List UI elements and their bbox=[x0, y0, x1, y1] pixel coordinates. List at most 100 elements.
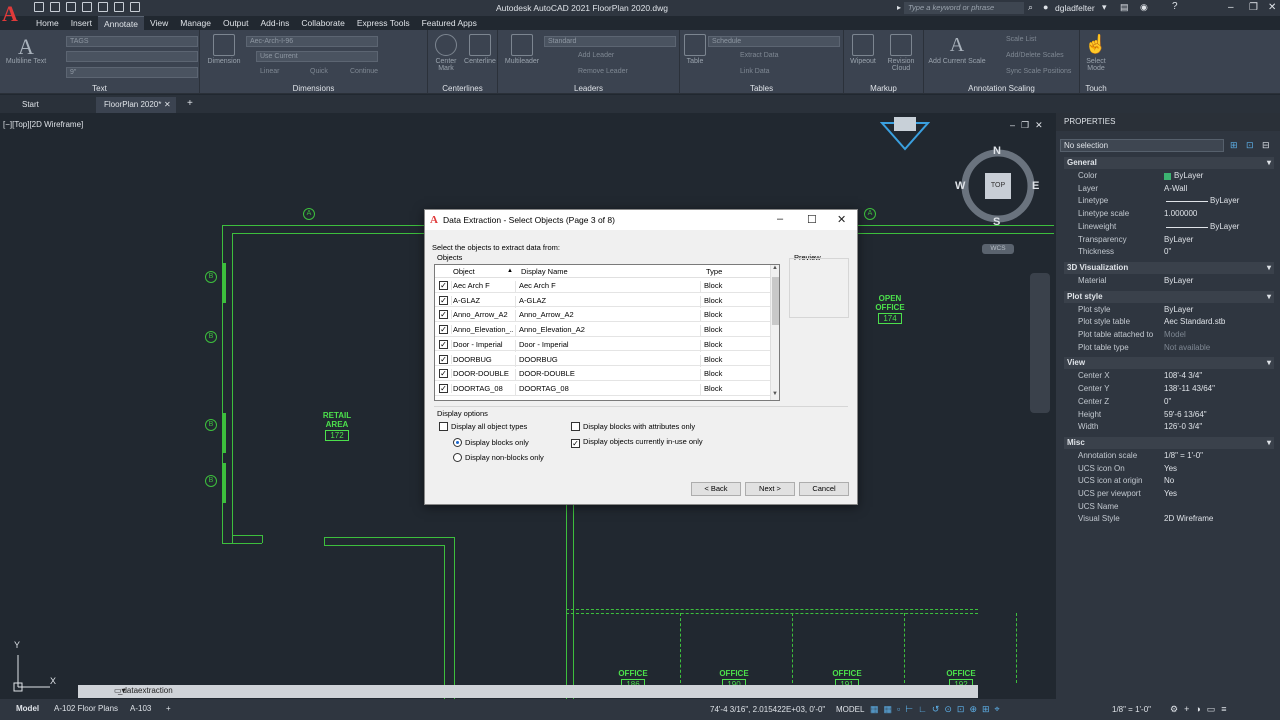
row-checkbox[interactable]: ✓ bbox=[439, 295, 448, 305]
new-file-icon[interactable] bbox=[34, 2, 44, 12]
add-delete-scales-button[interactable]: Add/Delete Scales bbox=[1006, 52, 1064, 59]
property-row[interactable]: UCS icon On Yes bbox=[1064, 464, 1274, 476]
open-file-icon[interactable] bbox=[50, 2, 60, 12]
text-style-combo[interactable]: TAGS bbox=[66, 36, 198, 47]
print-icon[interactable] bbox=[98, 2, 108, 12]
table-style-combo[interactable]: Schedule bbox=[708, 36, 840, 47]
wipeout-button[interactable]: Wipeout bbox=[846, 34, 880, 65]
save-icon[interactable] bbox=[66, 2, 76, 12]
linear-button[interactable]: Linear bbox=[260, 68, 279, 75]
property-row[interactable]: Plot table attached to Model bbox=[1064, 330, 1274, 342]
dialog-maximize-icon[interactable]: ☐ bbox=[807, 213, 817, 226]
objects-scrollbar[interactable]: ▲ ▼ bbox=[770, 265, 779, 400]
selection-combo[interactable]: No selection bbox=[1060, 139, 1224, 152]
add-current-scale-button[interactable]: A Add Current Scale bbox=[928, 34, 986, 65]
multiline-text-button[interactable]: A Multiline Text bbox=[4, 34, 48, 65]
new-tab-icon[interactable]: + bbox=[187, 98, 193, 109]
property-row[interactable]: Plot style ByLayer bbox=[1064, 305, 1274, 317]
dialog-minimize-icon[interactable]: – bbox=[777, 213, 783, 225]
close-icon[interactable]: ✕ bbox=[1268, 2, 1276, 13]
list-item[interactable]: ✓ DOORTAG_08 DOORTAG_08 Block bbox=[435, 381, 771, 396]
centerline-button[interactable]: Centerline bbox=[462, 34, 498, 65]
col-object-header[interactable]: Object bbox=[453, 267, 475, 276]
row-checkbox[interactable]: ✓ bbox=[439, 369, 448, 379]
row-checkbox[interactable]: ✓ bbox=[439, 383, 448, 393]
drafting-toggles-icon[interactable]: ▦▦▫⊢∟↺⊙⊡⊕⊞⌖ bbox=[870, 704, 1005, 715]
wcs-menu[interactable]: WCS bbox=[982, 244, 1014, 254]
tables-panel-title[interactable]: Tables bbox=[680, 84, 843, 93]
property-row[interactable]: UCS Name bbox=[1064, 502, 1274, 514]
help-icon[interactable]: ? bbox=[1172, 1, 1178, 12]
property-row[interactable]: Transparency ByLayer bbox=[1064, 235, 1274, 247]
tab-insert[interactable]: Insert bbox=[65, 16, 98, 30]
cancel-button[interactable]: Cancel bbox=[799, 482, 849, 496]
redo-icon[interactable] bbox=[130, 2, 140, 12]
property-row[interactable]: Visual Style 2D Wireframe bbox=[1064, 514, 1274, 526]
add-leader-button[interactable]: Add Leader bbox=[578, 52, 614, 59]
annotation-scale-button[interactable]: 1/8" = 1'-0" bbox=[1112, 705, 1151, 714]
text-height-combo[interactable]: 9" bbox=[66, 67, 198, 78]
property-row[interactable]: Height 59'-6 13/64" bbox=[1064, 410, 1274, 422]
list-item[interactable]: ✓ A-GLAZ A-GLAZ Block bbox=[435, 293, 771, 308]
text-panel-title[interactable]: Text bbox=[0, 84, 199, 93]
dialog-title-bar[interactable]: A Data Extraction - Select Objects (Page… bbox=[425, 210, 857, 230]
quick-select-icon[interactable]: ⊟ bbox=[1262, 140, 1270, 151]
layout-tab-a102[interactable]: A-102 Floor Plans bbox=[48, 702, 124, 715]
scroll-down-icon[interactable]: ▼ bbox=[772, 391, 778, 397]
property-category[interactable]: Plot style ▾ bbox=[1064, 290, 1274, 303]
scroll-up-icon[interactable]: ▲ bbox=[772, 265, 778, 271]
tab-view[interactable]: View bbox=[144, 16, 174, 30]
compass-south[interactable]: S bbox=[993, 216, 1000, 228]
select-objects-icon[interactable]: ⊡ bbox=[1246, 140, 1254, 151]
a360-icon[interactable]: ◉ bbox=[1140, 2, 1148, 13]
extract-data-button[interactable]: Extract Data bbox=[740, 52, 779, 59]
dimension-button[interactable]: Dimension bbox=[204, 34, 244, 65]
property-row[interactable]: Plot table type Not available bbox=[1064, 343, 1274, 355]
property-row[interactable]: Linetype scale 1.000000 bbox=[1064, 209, 1274, 221]
add-layout-icon[interactable]: + bbox=[160, 702, 177, 715]
col-display-name-header[interactable]: Display Name bbox=[521, 267, 568, 276]
list-item[interactable]: ✓ DOORBUG DOORBUG Block bbox=[435, 352, 771, 367]
command-line-input[interactable]: ▭▾ _dataextraction bbox=[78, 685, 978, 698]
search-input[interactable]: Type a keyword or phrase bbox=[904, 2, 1024, 14]
viewcube-top-face[interactable]: TOP bbox=[985, 173, 1011, 199]
viewcube[interactable]: TOP N S W E WCS bbox=[955, 145, 1039, 256]
property-row[interactable]: Plot style table Aec Standard.stb bbox=[1064, 317, 1274, 329]
tab-express-tools[interactable]: Express Tools bbox=[351, 16, 416, 30]
dim-layer-combo[interactable]: Use Current bbox=[256, 51, 378, 62]
blocks-with-attributes-checkbox[interactable]: Display blocks with attributes only bbox=[571, 422, 695, 431]
objects-list[interactable]: Object ▲ Display Name Type ✓ Aec Arch F Ae… bbox=[434, 264, 780, 401]
property-row[interactable]: Linetype ByLayer bbox=[1064, 196, 1274, 208]
mleader-style-combo[interactable]: Standard bbox=[544, 36, 676, 47]
dim-style-combo[interactable]: Aec-Arch-I-96 bbox=[246, 36, 378, 47]
properties-header[interactable]: PROPERTIES bbox=[1056, 113, 1280, 131]
next-button[interactable]: Next > bbox=[745, 482, 795, 496]
navigation-bar[interactable] bbox=[1030, 273, 1050, 413]
display-non-blocks-radio[interactable]: Display non-blocks only bbox=[453, 453, 544, 462]
multileader-button[interactable]: Multileader bbox=[502, 34, 542, 65]
viewport-window-controls[interactable]: –❐✕ bbox=[1010, 120, 1049, 131]
dimensions-panel-title[interactable]: Dimensions bbox=[200, 84, 427, 93]
undo-icon[interactable] bbox=[114, 2, 124, 12]
viewport-controls[interactable]: [−][Top][2D Wireframe] bbox=[3, 120, 83, 129]
tab-start[interactable]: Start bbox=[14, 97, 94, 113]
property-row[interactable]: Center X 108'-4 3/4" bbox=[1064, 371, 1274, 383]
quick-button[interactable]: Quick bbox=[310, 68, 328, 75]
save-as-icon[interactable] bbox=[82, 2, 92, 12]
model-space-button[interactable]: MODEL bbox=[836, 705, 864, 714]
property-category[interactable]: 3D Visualization ▾ bbox=[1064, 261, 1274, 274]
back-button[interactable]: < Back bbox=[691, 482, 741, 496]
link-data-button[interactable]: Link Data bbox=[740, 68, 770, 75]
col-type-header[interactable]: Type bbox=[706, 267, 722, 276]
display-all-types-checkbox[interactable]: Display all object types bbox=[439, 422, 527, 431]
list-item[interactable]: ✓ Aec Arch F Aec Arch F Block bbox=[435, 278, 771, 293]
list-item[interactable]: ✓ Door - Imperial Door - Imperial Block bbox=[435, 337, 771, 352]
compass-west[interactable]: W bbox=[955, 180, 965, 192]
property-category[interactable]: Misc ▾ bbox=[1064, 436, 1274, 449]
chevron-down-icon[interactable]: ▾ bbox=[1102, 2, 1107, 13]
tab-home[interactable]: Home bbox=[30, 16, 65, 30]
revision-cloud-button[interactable]: Revision Cloud bbox=[882, 34, 920, 72]
user-icon[interactable]: ● bbox=[1043, 2, 1048, 12]
close-tab-icon[interactable]: ✕ bbox=[164, 100, 171, 109]
row-checkbox[interactable]: ✓ bbox=[439, 310, 448, 320]
